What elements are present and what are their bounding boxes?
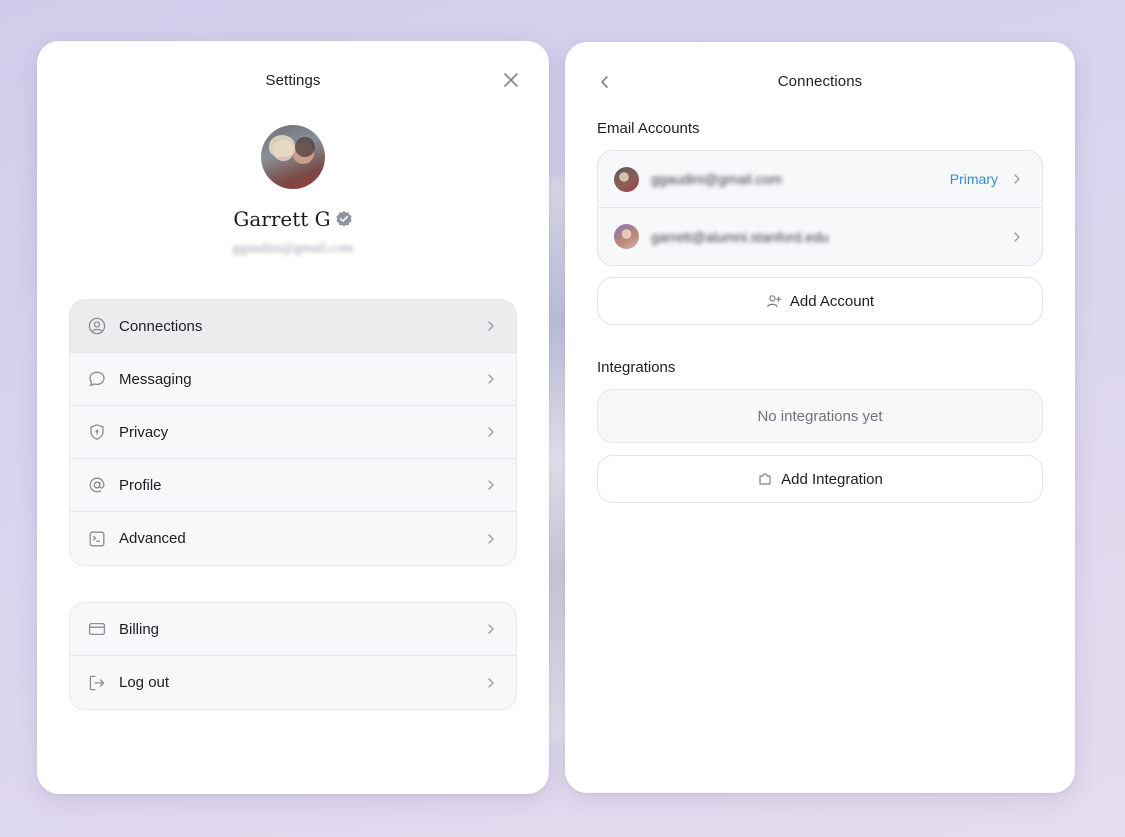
logout-icon (88, 674, 106, 692)
menu-label: Messaging (119, 370, 192, 388)
puzzle-icon (757, 471, 773, 487)
close-button[interactable] (499, 68, 523, 92)
menu-item-messaging[interactable]: Messaging (70, 353, 516, 406)
user-circle-icon (88, 317, 106, 335)
menu-label: Log out (119, 674, 170, 691)
settings-menu-secondary: Billing Log out (69, 602, 517, 710)
settings-panel: Settings Garrett G ggaudini@gmail.com Co… (37, 41, 549, 794)
shield-icon (88, 423, 106, 441)
menu-label: Advanced (119, 530, 186, 547)
email-account-row[interactable]: ggaudini@gmail.com Primary (598, 151, 1042, 208)
chevron-right-icon (484, 622, 498, 636)
email-accounts-list: ggaudini@gmail.com Primary garrett@alumn… (597, 150, 1043, 266)
menu-item-advanced[interactable]: Advanced (70, 512, 516, 565)
add-account-button[interactable]: Add Account (597, 277, 1043, 325)
user-name: Garrett G (233, 207, 331, 231)
avatar[interactable] (261, 125, 325, 189)
user-plus-icon (766, 293, 782, 309)
terminal-icon (88, 530, 106, 548)
settings-title: Settings (265, 72, 321, 89)
menu-item-billing[interactable]: Billing (70, 603, 516, 656)
integrations-label: Integrations (597, 359, 676, 376)
menu-item-profile[interactable]: Profile (70, 459, 516, 512)
integrations-empty-state: No integrations yet (597, 389, 1043, 443)
chevron-right-icon (484, 478, 498, 492)
user-email: ggaudini@gmail.com (232, 241, 354, 256)
email-account-row[interactable]: garrett@alumni.stanford.edu (598, 208, 1042, 265)
menu-item-connections[interactable]: Connections (70, 300, 516, 353)
integrations-empty-text: No integrations yet (757, 407, 883, 425)
chevron-right-icon (1010, 230, 1024, 244)
verified-badge-icon (335, 210, 353, 228)
chat-bubble-icon (88, 370, 106, 388)
credit-card-icon (88, 620, 106, 638)
chevron-right-icon (1010, 172, 1024, 186)
menu-item-privacy[interactable]: Privacy (70, 406, 516, 459)
chevron-right-icon (484, 319, 498, 333)
account-avatar (614, 224, 639, 249)
chevron-right-icon (484, 425, 498, 439)
account-email: ggaudini@gmail.com (651, 171, 782, 187)
add-account-label: Add Account (789, 292, 875, 310)
close-icon (504, 73, 518, 87)
menu-label: Profile (119, 476, 162, 494)
add-integration-button[interactable]: Add Integration (597, 455, 1043, 503)
chevron-right-icon (484, 676, 498, 690)
account-email: garrett@alumni.stanford.edu (651, 228, 829, 245)
primary-badge: Primary (949, 171, 998, 187)
menu-label: Connections (119, 317, 203, 335)
chevron-right-icon (484, 532, 498, 546)
connections-title: Connections (777, 73, 863, 90)
add-integration-label: Add Integration (781, 470, 883, 488)
user-name-row: Garrett G (37, 207, 549, 231)
connections-panel: Connections Email Accounts ggaudini@gmai… (565, 42, 1075, 793)
account-avatar (614, 166, 639, 192)
at-sign-icon (88, 476, 106, 494)
menu-label: Privacy (119, 423, 169, 441)
menu-label: Billing (119, 620, 160, 638)
settings-menu-primary: Connections Messaging Privacy Profile Ad… (69, 299, 517, 566)
chevron-right-icon (484, 372, 498, 386)
menu-item-logout[interactable]: Log out (70, 656, 516, 709)
email-accounts-label: Email Accounts (597, 120, 700, 137)
